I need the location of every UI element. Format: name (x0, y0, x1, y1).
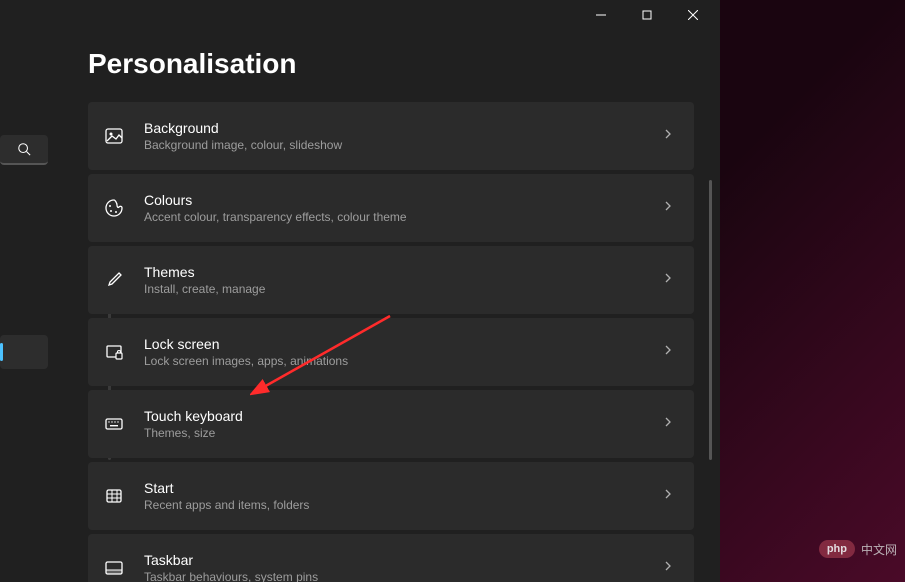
row-title: Background (144, 120, 662, 136)
window-body: Personalisation Background Background im… (0, 30, 720, 582)
setting-row-background[interactable]: Background Background image, colour, sli… (88, 102, 694, 170)
row-title: Themes (144, 264, 662, 280)
close-button[interactable] (670, 0, 716, 30)
row-subtitle: Install, create, manage (144, 282, 662, 296)
chevron-right-icon (662, 127, 674, 145)
settings-list: Background Background image, colour, sli… (88, 102, 694, 582)
maximize-button[interactable] (624, 0, 670, 30)
row-subtitle: Taskbar behaviours, system pins (144, 570, 662, 582)
row-title: Lock screen (144, 336, 662, 352)
watermark-text: 中文网 (861, 541, 897, 558)
search-icon (17, 142, 31, 156)
watermark-badge: php (819, 540, 855, 558)
row-subtitle: Accent colour, transparency effects, col… (144, 210, 662, 224)
chevron-right-icon (662, 487, 674, 505)
chevron-right-icon (662, 199, 674, 217)
minimize-icon (596, 10, 606, 20)
row-subtitle: Recent apps and items, folders (144, 498, 662, 512)
page-title: Personalisation (88, 48, 694, 80)
maximize-icon (642, 10, 652, 20)
settings-window: Personalisation Background Background im… (0, 0, 720, 582)
close-icon (688, 10, 698, 20)
watermark: php 中文网 (819, 540, 897, 558)
image-icon (102, 124, 126, 148)
chevron-right-icon (662, 343, 674, 361)
setting-row-taskbar[interactable]: Taskbar Taskbar behaviours, system pins (88, 534, 694, 582)
setting-row-start[interactable]: Start Recent apps and items, folders (88, 462, 694, 530)
sidebar-item-personalisation[interactable] (0, 335, 48, 369)
taskbar-icon (102, 556, 126, 580)
setting-row-themes[interactable]: Themes Install, create, manage (88, 246, 694, 314)
row-subtitle: Themes, size (144, 426, 662, 440)
chevron-right-icon (662, 271, 674, 289)
setting-row-touchkeyboard[interactable]: Touch keyboard Themes, size (88, 390, 694, 458)
main-content: Personalisation Background Background im… (50, 30, 720, 582)
row-subtitle: Lock screen images, apps, animations (144, 354, 662, 368)
setting-row-lockscreen[interactable]: Lock screen Lock screen images, apps, an… (88, 318, 694, 386)
sidebar (0, 30, 50, 582)
row-title: Start (144, 480, 662, 496)
keyboard-icon (102, 412, 126, 436)
row-title: Taskbar (144, 552, 662, 568)
titlebar (0, 0, 720, 30)
start-icon (102, 484, 126, 508)
lock-icon (102, 340, 126, 364)
search-button[interactable] (0, 135, 48, 165)
chevron-right-icon (662, 415, 674, 433)
setting-row-colours[interactable]: Colours Accent colour, transparency effe… (88, 174, 694, 242)
minimize-button[interactable] (578, 0, 624, 30)
row-title: Colours (144, 192, 662, 208)
chevron-right-icon (662, 559, 674, 577)
brush-icon (102, 268, 126, 292)
scrollbar[interactable] (709, 180, 712, 460)
row-subtitle: Background image, colour, slideshow (144, 138, 662, 152)
row-title: Touch keyboard (144, 408, 662, 424)
palette-icon (102, 196, 126, 220)
